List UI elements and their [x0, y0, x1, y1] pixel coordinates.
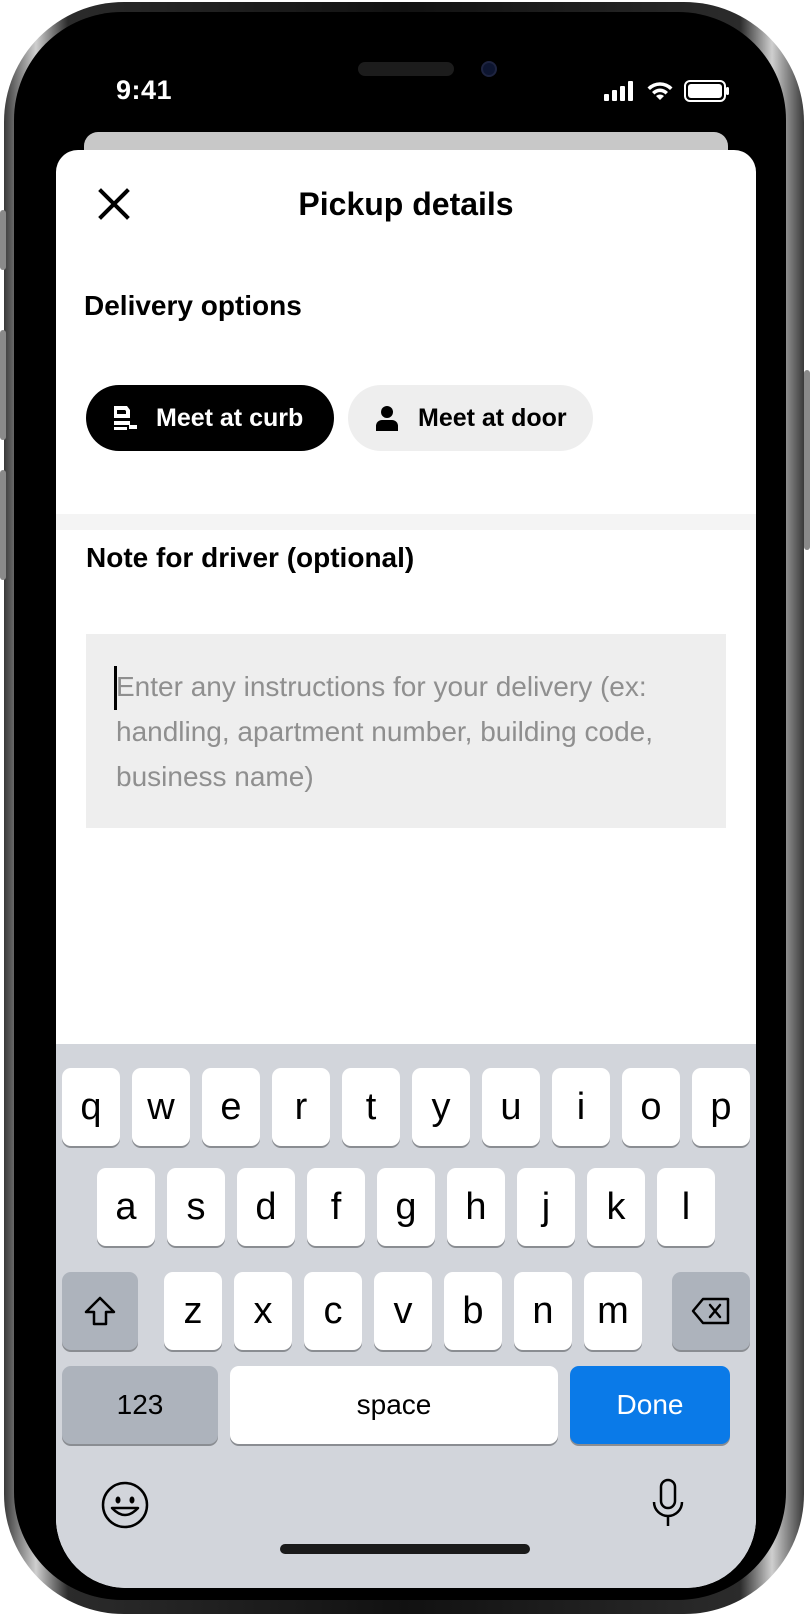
note-placeholder-text: Enter any instructions for your delivery… — [116, 671, 654, 792]
key-v[interactable]: v — [374, 1272, 432, 1350]
key-x[interactable]: x — [234, 1272, 292, 1350]
key-m[interactable]: m — [584, 1272, 642, 1350]
cellular-signal-icon — [604, 81, 633, 101]
key-k[interactable]: k — [587, 1168, 645, 1246]
key-r[interactable]: r — [272, 1068, 330, 1146]
earpiece-speaker — [358, 62, 454, 76]
curb-icon — [110, 403, 140, 433]
meet-at-curb-label: Meet at curb — [156, 403, 304, 432]
meet-at-door-option[interactable]: Meet at door — [348, 385, 593, 451]
key-l[interactable]: l — [657, 1168, 715, 1246]
key-d[interactable]: d — [237, 1168, 295, 1246]
key-h[interactable]: h — [447, 1168, 505, 1246]
wifi-icon — [647, 82, 673, 100]
delete-key[interactable] — [672, 1272, 750, 1350]
key-z[interactable]: z — [164, 1272, 222, 1350]
status-bar: 9:41 — [56, 28, 756, 148]
note-for-driver-label: Note for driver (optional) — [86, 542, 415, 573]
key-t[interactable]: t — [342, 1068, 400, 1146]
key-p[interactable]: p — [692, 1068, 750, 1146]
shift-icon — [84, 1296, 116, 1326]
volume-down-button — [0, 470, 6, 580]
screen: 9:41 Pickup details Delivery options Mee… — [56, 28, 756, 1588]
note-for-driver-input[interactable]: Enter any instructions for your delivery… — [86, 634, 726, 828]
shift-key[interactable] — [62, 1272, 138, 1350]
numbers-key[interactable]: 123 — [62, 1366, 218, 1444]
side-button — [0, 210, 6, 270]
page-title: Pickup details — [298, 186, 514, 222]
key-g[interactable]: g — [377, 1168, 435, 1246]
key-b[interactable]: b — [444, 1272, 502, 1350]
delivery-options-label: Delivery options — [84, 290, 302, 321]
key-q[interactable]: q — [62, 1068, 120, 1146]
home-indicator — [280, 1544, 530, 1554]
key-y[interactable]: y — [412, 1068, 470, 1146]
key-i[interactable]: i — [552, 1068, 610, 1146]
note-placeholder: Enter any instructions for your delivery… — [114, 664, 696, 799]
key-j[interactable]: j — [517, 1168, 575, 1246]
done-key[interactable]: Done — [570, 1366, 730, 1444]
key-o[interactable]: o — [622, 1068, 680, 1146]
backspace-icon — [691, 1297, 730, 1325]
person-icon — [372, 403, 402, 433]
volume-up-button — [0, 330, 6, 440]
status-icons — [604, 80, 730, 102]
space-key[interactable]: space — [230, 1366, 558, 1444]
keyboard: qwertyuiop asdfghjkl zxcvbnm 123 space D… — [56, 1044, 756, 1588]
meet-at-door-label: Meet at door — [418, 403, 567, 432]
emoji-icon[interactable] — [100, 1480, 150, 1530]
key-w[interactable]: w — [132, 1068, 190, 1146]
power-button — [804, 370, 810, 550]
text-cursor — [114, 666, 117, 710]
key-u[interactable]: u — [482, 1068, 540, 1146]
key-e[interactable]: e — [202, 1068, 260, 1146]
battery-icon — [684, 80, 729, 102]
key-s[interactable]: s — [167, 1168, 225, 1246]
key-n[interactable]: n — [514, 1272, 572, 1350]
section-divider — [56, 514, 756, 530]
key-a[interactable]: a — [97, 1168, 155, 1246]
phone-frame: 9:41 Pickup details Delivery options Mee… — [0, 0, 810, 1619]
status-time: 9:41 — [116, 75, 173, 105]
key-f[interactable]: f — [307, 1168, 365, 1246]
front-camera — [481, 61, 497, 77]
microphone-icon[interactable] — [650, 1478, 686, 1530]
key-c[interactable]: c — [304, 1272, 362, 1350]
meet-at-curb-option[interactable]: Meet at curb — [86, 385, 334, 451]
